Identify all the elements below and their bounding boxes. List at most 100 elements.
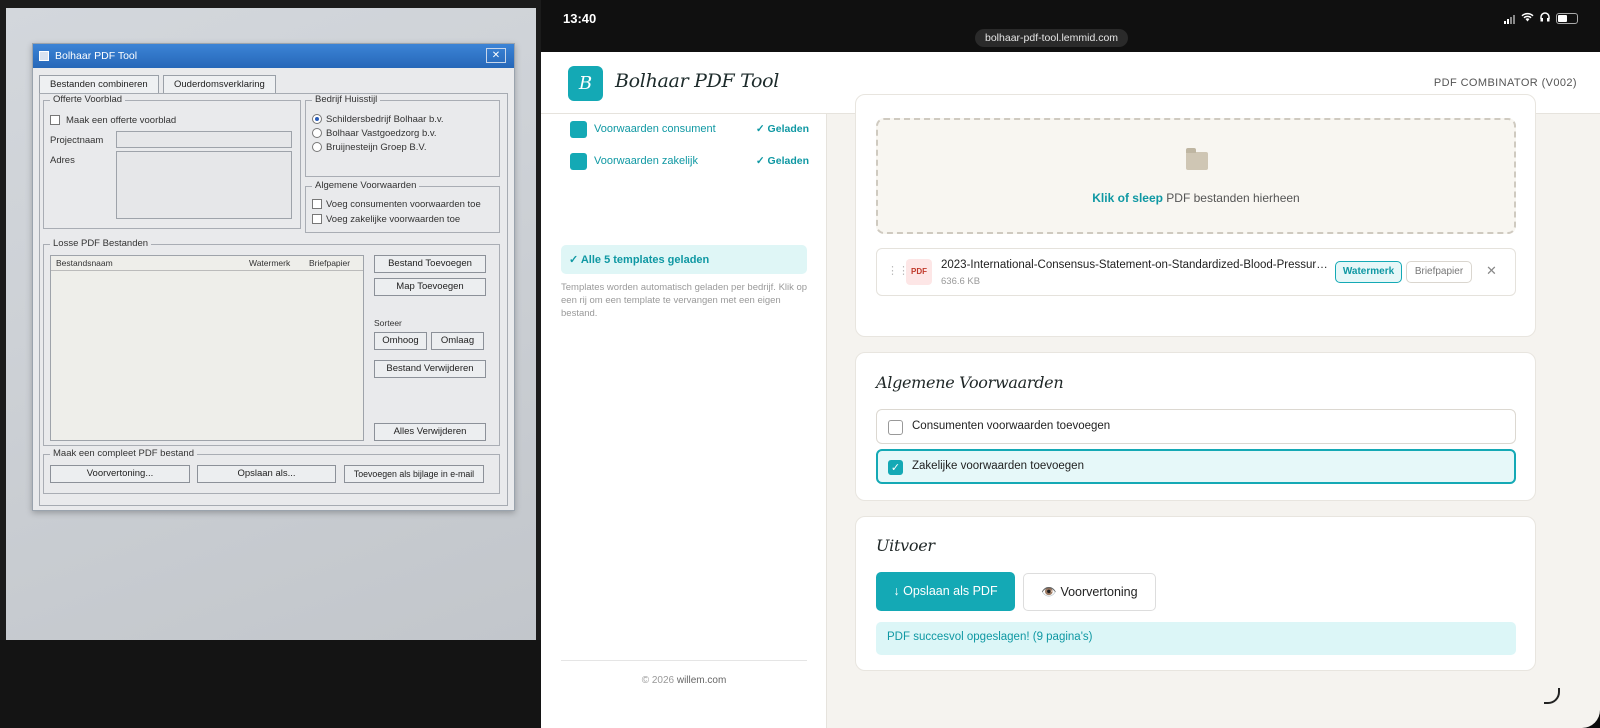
consumenten-label: Consumenten voorwaarden toevoegen — [912, 420, 1111, 432]
map-toevoegen-button: Map Toevoegen — [374, 278, 486, 296]
file-list: Bestandsnaam Watermerk Briefpapier — [50, 255, 364, 441]
photo-background — [0, 640, 545, 728]
photo-of-desktop-app: Bolhaar PDF Tool ✕ Bestanden combineren … — [0, 0, 545, 728]
window-close-button: ✕ — [486, 48, 506, 63]
projectnaam-input — [116, 131, 292, 148]
group-label: Bedrijf Huisstijl — [312, 94, 381, 105]
folder-icon — [1186, 148, 1208, 170]
document-icon — [570, 152, 587, 170]
window-title: Bolhaar PDF Tool — [55, 50, 138, 62]
group-losse-pdf: Losse PDF Bestanden Bestandsnaam Waterme… — [43, 238, 500, 446]
huisstijl-radio — [312, 114, 322, 124]
headphones-icon — [1540, 12, 1550, 25]
huisstijl-option: Bruijnesteijn Groep B.V. — [326, 142, 427, 153]
template-row-consument[interactable]: Voorwaarden consument ✓ Geladen — [561, 117, 809, 141]
wifi-icon — [1521, 12, 1534, 25]
uitvoer-card: Uitvoer ↓ Opslaan als PDF 👁️ Voorvertoni… — [855, 516, 1536, 671]
voorwaarden-checkbox — [312, 214, 322, 224]
adres-input — [116, 151, 292, 219]
battery-icon — [1556, 13, 1578, 24]
dropzone[interactable]: Klik of sleep PDF bestanden hierheen — [876, 118, 1516, 234]
projectnaam-label: Projectnaam — [50, 135, 104, 146]
templates-hint: Templates worden automatisch geladen per… — [561, 282, 808, 319]
app-icon — [39, 51, 49, 61]
save-pdf-button[interactable]: ↓ Opslaan als PDF — [876, 572, 1015, 611]
group-label: Maak een compleet PDF bestand — [50, 448, 197, 459]
voorwaarden-card: Algemene Voorwaarden Consumenten voorwaa… — [855, 352, 1536, 501]
huisstijl-radio — [312, 142, 322, 152]
file-size: 636.6 KB — [941, 276, 981, 287]
group-label: Offerte Voorblad — [50, 94, 126, 105]
watermerk-toggle[interactable]: Watermerk — [1335, 261, 1402, 283]
pdf-bestanden-card: Klik of sleep PDF bestanden hierheen ⋮⋮ … — [855, 94, 1536, 337]
voorwaarden-option: Voeg consumenten voorwaarden toe — [326, 199, 481, 210]
uitvoer-title: Uitvoer — [876, 536, 935, 555]
column-watermerk: Watermerk — [249, 258, 291, 268]
huisstijl-radio — [312, 128, 322, 138]
preview-button[interactable]: 👁️ Voorvertoning — [1023, 573, 1156, 611]
footer-link[interactable]: willem.com — [677, 675, 726, 686]
group-label: Algemene Voorwaarden — [312, 180, 420, 191]
bestand-verwijderen-button: Bestand Verwijderen — [374, 360, 486, 378]
group-label: Losse PDF Bestanden — [50, 238, 152, 249]
pdf-file-icon: PDF — [906, 259, 932, 285]
status-icons — [1504, 12, 1578, 25]
voorwaarden-title: Algemene Voorwaarden — [876, 373, 1064, 392]
group-compleet-pdf: Maak een compleet PDF bestand Voorverton… — [43, 448, 500, 494]
clock: 13:40 — [563, 11, 597, 26]
huisstijl-option: Bolhaar Vastgoedzorg b.v. — [326, 128, 437, 139]
copyright-text: © 2026 — [641, 675, 677, 686]
file-list-header: Bestandsnaam Watermerk Briefpapier — [51, 256, 363, 271]
app-title: Bolhaar PDF Tool — [615, 70, 780, 92]
file-name: 2023-International-Consensus-Statement-o… — [941, 259, 1329, 271]
url-bar[interactable]: bolhaar-pdf-tool.lemmid.com — [975, 29, 1129, 47]
status-bar: 13:40 bolhaar-pdf-tool.lemmid.com — [541, 0, 1600, 52]
template-status: ✓ Geladen — [755, 123, 809, 135]
remove-file-icon[interactable]: ✕ — [1486, 263, 1497, 279]
consumenten-option[interactable]: Consumenten voorwaarden toevoegen — [876, 409, 1516, 444]
legacy-app-window: Bolhaar PDF Tool ✕ Bestanden combineren … — [32, 43, 515, 511]
alles-verwijderen-button: Alles Verwijderen — [374, 423, 486, 441]
tablet-screen: 13:40 bolhaar-pdf-tool.lemmid.com B Bolh… — [541, 0, 1600, 728]
dropzone-text: Klik of sleep PDF bestanden hierheen — [878, 191, 1514, 205]
sidebar: Voorwaarden consument ✓ Geladen Voorwaar… — [541, 114, 827, 728]
tab-ouderdomsverklaring: Ouderdomsverklaring — [163, 75, 276, 93]
template-row-zakelijk[interactable]: Voorwaarden zakelijk ✓ Geladen — [561, 149, 809, 173]
template-label: Voorwaarden consument — [594, 123, 716, 135]
file-row[interactable]: ⋮⋮ PDF 2023-International-Consensus-Stat… — [876, 248, 1516, 296]
bestand-toevoegen-button: Bestand Toevoegen — [374, 255, 486, 273]
zakelijke-checkbox[interactable]: ✓ — [888, 460, 903, 475]
cellular-icon — [1504, 14, 1515, 24]
column-briefpapier: Briefpapier — [309, 258, 351, 268]
bijlage-email-button: Toevoegen als bijlage in e-mail — [344, 465, 484, 483]
logo[interactable]: B — [568, 66, 603, 101]
dropzone-rest: PDF bestanden hierheen — [1162, 191, 1300, 205]
web-app: B Bolhaar PDF Tool PDF COMBINATOR (V002)… — [541, 52, 1600, 728]
consumenten-checkbox[interactable] — [888, 420, 903, 435]
zakelijke-option[interactable]: ✓ Zakelijke voorwaarden toevoegen — [876, 449, 1516, 484]
group-algemene-voorwaarden: Algemene Voorwaarden Voeg consumenten vo… — [305, 180, 500, 233]
briefpapier-toggle[interactable]: Briefpapier — [1406, 261, 1472, 283]
templates-loaded-banner: ✓ Alle 5 templates geladen — [561, 245, 807, 274]
column-bestandsnaam: Bestandsnaam — [56, 258, 113, 268]
omlaag-button: Omlaag — [431, 332, 484, 350]
adres-label: Adres — [50, 155, 75, 166]
monitor-screen: Bolhaar PDF Tool ✕ Bestanden combineren … — [6, 8, 536, 644]
tab-panel: Offerte Voorblad Maak een offerte voorbl… — [39, 93, 508, 506]
dropzone-action: Klik of sleep — [1092, 191, 1163, 205]
huisstijl-option: Schildersbedrijf Bolhaar b.v. — [326, 114, 444, 125]
version-label: PDF COMBINATOR (V002) — [1433, 77, 1577, 89]
document-icon — [570, 120, 587, 138]
opslaan-als-button: Opslaan als... — [197, 465, 336, 483]
group-offerte-voorblad: Offerte Voorblad Maak een offerte voorbl… — [43, 94, 301, 229]
omhoog-button: Omhoog — [374, 332, 427, 350]
offerte-checkbox-label: Maak een offerte voorblad — [66, 115, 177, 126]
voorvertoning-button: Voorvertoning... — [50, 465, 190, 483]
sorteer-label: Sorteer — [374, 318, 402, 328]
group-bedrijf-huisstijl: Bedrijf Huisstijl Schildersbedrijf Bolha… — [305, 94, 500, 177]
template-label: Voorwaarden zakelijk — [594, 155, 698, 167]
sidebar-footer: © 2026 willem.com — [561, 660, 807, 686]
template-status: ✓ Geladen — [755, 155, 809, 167]
voorwaarden-option: Voeg zakelijke voorwaarden toe — [326, 214, 461, 225]
main-content: Klik of sleep PDF bestanden hierheen ⋮⋮ … — [827, 94, 1600, 728]
